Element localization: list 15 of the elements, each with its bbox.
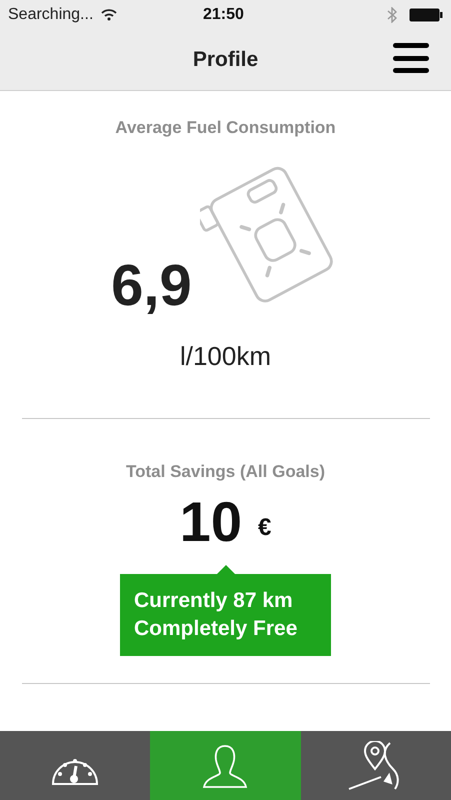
carrier-text: Searching...: [8, 5, 94, 25]
fuel-consumption-value: 6,9: [111, 256, 192, 314]
currency-symbol: €: [258, 513, 272, 543]
menu-icon[interactable]: [393, 43, 429, 73]
callout-text: Completely Free: [134, 616, 298, 642]
wifi-icon: [101, 9, 118, 21]
savings-value: 10: [180, 494, 242, 550]
section-title: Total Savings (All Goals): [126, 460, 325, 483]
battery-icon: [409, 8, 443, 22]
bluetooth-icon: [387, 7, 397, 23]
callout-text: Currently 87 km: [134, 588, 294, 614]
unit-text: l/100km: [180, 340, 272, 372]
section-title: Average Fuel Consumption: [115, 117, 336, 139]
clock-text: 21:50: [203, 5, 244, 25]
page-title: Profile: [192, 47, 258, 74]
